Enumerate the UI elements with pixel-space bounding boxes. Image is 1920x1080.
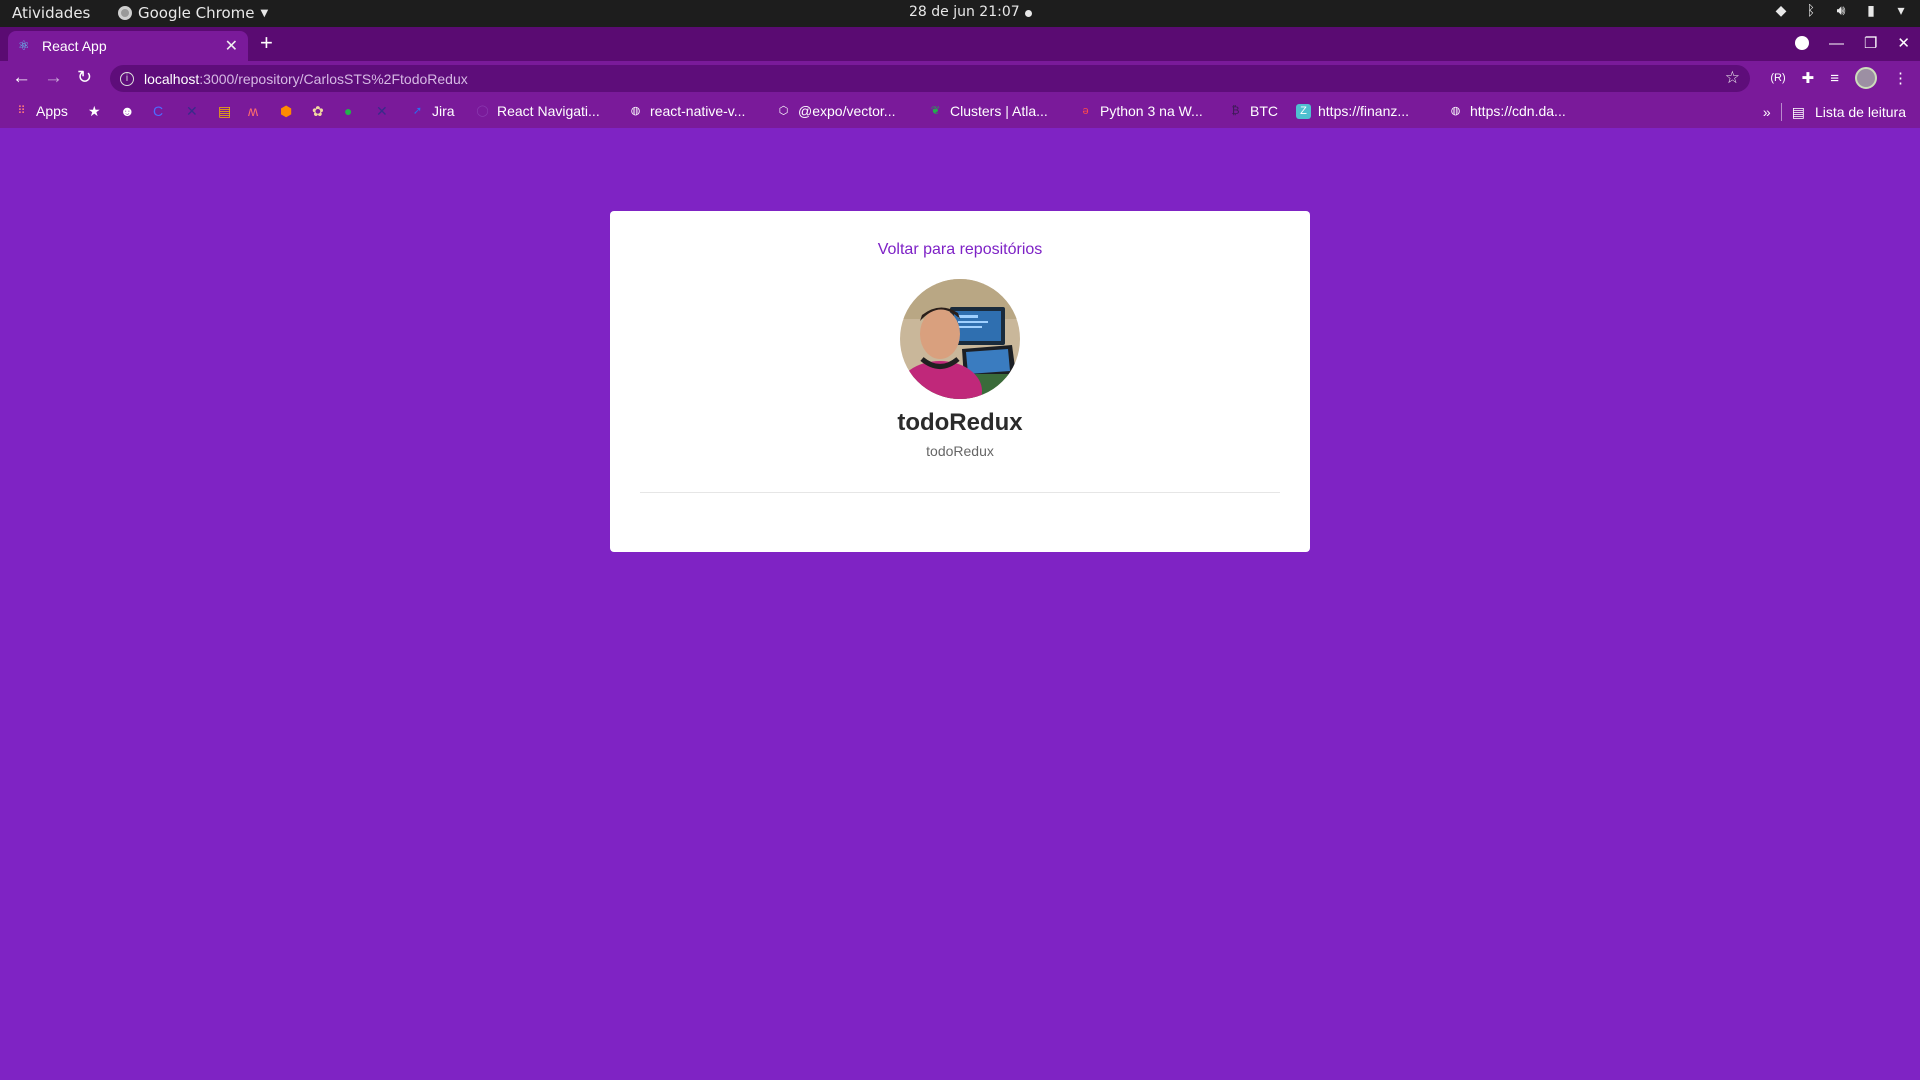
bookmarks-right: » ▤ Lista de leitura	[1763, 103, 1906, 121]
extensions-puzzle-icon[interactable]: ✚	[1802, 69, 1815, 87]
x2-bookmark-icon[interactable]: ✕	[376, 103, 388, 120]
python-icon: ǝ	[1082, 104, 1089, 117]
bookmark-label: @expo/vector...	[798, 103, 896, 119]
more-bookmarks-icon[interactable]: »	[1763, 104, 1771, 120]
finance-icon: Z	[1296, 103, 1311, 119]
owner-avatar	[900, 279, 1020, 399]
url-path: :3000/repository/CarlosSTS%2FtodoRedux	[199, 70, 468, 87]
caret-down-icon: ▼	[260, 7, 269, 19]
back-arrow-icon[interactable]: ←	[12, 67, 31, 89]
volume-icon: 🔊︎	[1836, 3, 1846, 19]
react-logo-icon: ⚛	[18, 38, 30, 53]
bookmark-label: react-native-v...	[650, 103, 746, 119]
m-bookmark-icon[interactable]: ʍ	[248, 103, 258, 119]
bookmark-btc[interactable]: ₿ BTC	[1228, 103, 1278, 119]
globe-icon: ◍	[1450, 104, 1461, 117]
bookmark-label: Python 3 na W...	[1100, 103, 1203, 119]
puzzle-bookmark-icon[interactable]: ✿	[312, 103, 324, 120]
tab-title: React App	[42, 38, 107, 54]
bookmark-label: Apps	[36, 103, 68, 119]
restore-icon[interactable]: ❐	[1864, 34, 1877, 52]
bookmark-apps[interactable]: ⠿ Apps	[14, 103, 68, 119]
reload-icon[interactable]: ↻	[77, 67, 92, 88]
tab-strip: ⚛ React App ✕ + — ❐ ✕	[0, 27, 1920, 61]
bookmark-label: https://cdn.da...	[1470, 103, 1566, 119]
evernote-bookmark-icon[interactable]: ●	[344, 103, 352, 119]
url-host: localhost	[144, 70, 200, 87]
bookmark-label: https://finanz...	[1318, 103, 1410, 119]
window-controls: — ❐ ✕	[1794, 34, 1910, 52]
bitcoin-icon: ₿	[1231, 104, 1240, 117]
bookmark-react-navigation[interactable]: ◯ React Navigati...	[475, 103, 600, 119]
wifi-icon: ◆	[1775, 3, 1787, 19]
tab-search-icon[interactable]	[1794, 36, 1809, 50]
jira-icon: ➚	[412, 104, 423, 117]
profile-avatar-icon[interactable]	[1855, 67, 1877, 89]
bookmark-label: Clusters | Atla...	[950, 103, 1048, 119]
globe-icon: ◍	[630, 104, 641, 117]
bookmark-label: BTC	[1250, 103, 1278, 119]
extension-icon[interactable]: (R)	[1770, 72, 1785, 84]
repository-description: todoRedux	[926, 443, 994, 459]
x-bookmark-icon[interactable]: ✕	[186, 103, 198, 120]
mongodb-leaf-icon: ❦	[930, 104, 941, 117]
card-divider	[640, 492, 1280, 493]
info-icon[interactable]: i	[120, 71, 134, 86]
tray-caret-icon: ▾	[1897, 3, 1905, 19]
toolbar-actions: (R) ✚ ≡ ⋮	[1770, 67, 1908, 89]
notification-dot-icon	[1025, 10, 1032, 17]
tab-react-app[interactable]: ⚛ React App ✕	[8, 31, 248, 61]
bookmark-star-icon[interactable]: ☆	[1725, 68, 1740, 88]
smiley-bookmark-icon[interactable]: ☻	[120, 103, 135, 119]
minimize-icon[interactable]: —	[1829, 35, 1844, 52]
apps-grid-icon: ⠿	[17, 104, 26, 117]
bookmark-cdn[interactable]: ◍ https://cdn.da...	[1448, 103, 1566, 119]
app-menu[interactable]: Google Chrome ▼	[118, 4, 268, 22]
close-window-icon[interactable]: ✕	[1897, 34, 1910, 52]
address-bar[interactable]: i localhost:3000/repository/CarlosSTS%2F…	[110, 65, 1750, 92]
react-navigation-icon: ◯	[476, 104, 489, 117]
avatar-photo	[900, 279, 1020, 399]
bookmark-label: Jira	[432, 103, 455, 119]
activities-button[interactable]: Atividades	[12, 4, 90, 22]
new-tab-button[interactable]: +	[260, 30, 273, 56]
notes-bookmark-icon[interactable]: ▤	[218, 103, 231, 120]
bookmark-finanz[interactable]: Z https://finanz...	[1296, 103, 1409, 119]
forward-arrow-icon[interactable]: →	[44, 67, 63, 89]
bookmark-label: React Navigati...	[497, 103, 600, 119]
reading-list-button[interactable]: Lista de leitura	[1815, 104, 1906, 120]
repository-name: todoRedux	[897, 409, 1023, 436]
star-bookmark-icon[interactable]: ★	[88, 103, 101, 120]
media-queue-icon[interactable]: ≡	[1830, 70, 1839, 87]
battery-icon: ▮	[1867, 3, 1875, 19]
bookmark-react-native-vector[interactable]: ◍ react-native-v...	[628, 103, 746, 119]
cube-bookmark-icon[interactable]: ⬢	[280, 103, 292, 120]
bluetooth-icon: ᛒ	[1806, 3, 1816, 19]
reading-list-icon: ▤	[1791, 103, 1805, 120]
bookmarks-bar: ⠿ Apps ★ ☻ C ✕ ▤ ʍ ⬢ ✿ ● ✕ ➚ Jira ◯ Reac…	[0, 96, 1920, 128]
expo-icon: ⬡	[778, 104, 789, 117]
browser-toolbar: ← → ↻ i localhost:3000/repository/Carlos…	[0, 61, 1920, 96]
chrome-icon	[118, 6, 132, 20]
bookmark-jira[interactable]: ➚ Jira	[410, 103, 455, 119]
back-to-repositories-link[interactable]: Voltar para repositórios	[610, 241, 1310, 259]
app-menu-label: Google Chrome	[138, 4, 255, 22]
bookmarks-divider	[1780, 103, 1782, 121]
system-tray[interactable]: ◆ ᛒ 🔊︎ ▮ ▾	[1772, 3, 1910, 19]
bookmark-expo-vector[interactable]: ⬡ @expo/vector...	[776, 103, 896, 119]
clock[interactable]: 28 de jun 21:07	[909, 4, 1020, 20]
repository-card: Voltar para repositórios todoRedux todoR…	[610, 211, 1310, 552]
c-bookmark-icon[interactable]: C	[153, 103, 163, 119]
menu-kebab-icon[interactable]: ⋮	[1893, 69, 1908, 87]
bookmark-atlas-clusters[interactable]: ❦ Clusters | Atla...	[928, 103, 1048, 119]
bookmark-python[interactable]: ǝ Python 3 na W...	[1078, 103, 1203, 119]
close-tab-icon[interactable]: ✕	[225, 36, 238, 56]
system-top-bar: Atividades Google Chrome ▼ 28 de jun 21:…	[0, 0, 1920, 27]
